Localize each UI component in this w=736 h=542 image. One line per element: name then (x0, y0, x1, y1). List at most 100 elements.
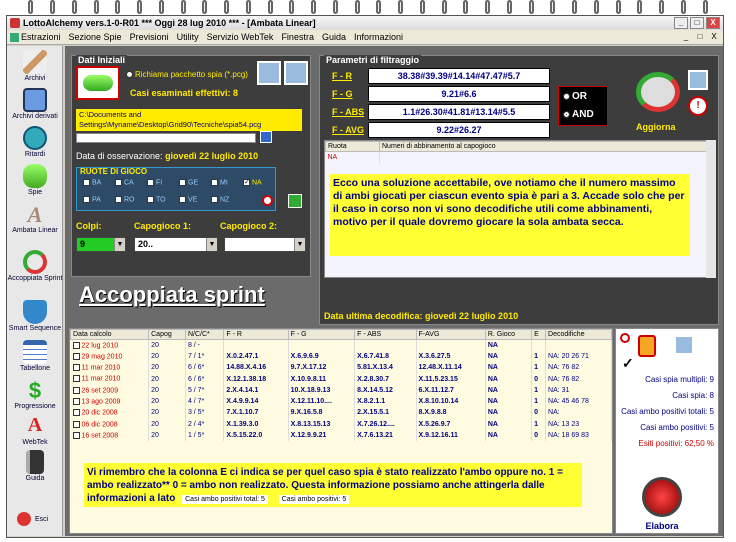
minimize-button[interactable]: _ (674, 17, 688, 29)
capo2-select[interactable]: ▼ (224, 237, 306, 252)
and-radio[interactable]: AND (563, 109, 594, 120)
menu-guida[interactable]: Guida (322, 30, 346, 44)
col-header[interactable]: F-AVG (415, 329, 486, 340)
ruota-ba[interactable]: BA (83, 179, 105, 186)
sidebar-item-spie[interactable]: Spie (7, 164, 63, 196)
param-field-0[interactable]: 38.38#39.39#14.14#47.47#5.7 (368, 68, 550, 84)
ruota-mi[interactable]: MI (211, 179, 233, 186)
checkbox[interactable] (147, 196, 154, 203)
filter-icon[interactable] (688, 70, 708, 90)
checkbox[interactable] (83, 179, 90, 186)
path-scrollbar[interactable] (76, 133, 256, 143)
param-field-3[interactable]: 9.22#26.27 (368, 122, 550, 138)
col-numeri[interactable]: Numeri di abbinamento al capogioco (379, 141, 713, 152)
warning-icon[interactable]: ! (688, 96, 708, 116)
ruota-fi[interactable]: FI (147, 179, 169, 186)
sidebar-item-progressione[interactable]: $ Progressione (7, 378, 63, 410)
sidebar-item-archivi-derivati[interactable]: Archivi derivati (7, 88, 63, 120)
col-header[interactable]: F - R (223, 329, 289, 340)
sidebar-item-guida[interactable]: Guida (7, 450, 63, 482)
row-checkbox[interactable] (72, 386, 80, 394)
sidebar-item-ritardi[interactable]: Ritardi (7, 126, 63, 158)
elabora-button[interactable] (642, 477, 682, 517)
colpi-select[interactable]: 9 ▼ (76, 237, 126, 252)
checkbox[interactable] (83, 196, 90, 203)
col-ruota[interactable]: Ruota (325, 141, 380, 152)
sidebar-item-accoppiata-sprint[interactable]: Accoppiata Sprint (7, 250, 63, 282)
col-header[interactable]: E (531, 329, 547, 340)
maximize-button[interactable]: □ (690, 17, 704, 29)
menu-servizio-webtek[interactable]: Servizio WebTek (207, 30, 274, 44)
col-header[interactable]: N/C/C* (184, 329, 225, 340)
or-radio[interactable]: OR (563, 91, 587, 102)
richiama-checkbox[interactable] (126, 71, 133, 79)
apply-arrow-icon[interactable] (288, 194, 302, 208)
menu-estrazioni[interactable]: Estrazioni (21, 30, 61, 44)
table-row[interactable]: 26 set 2009 20 5 / 7* 2.X.4.14.1 10.X.18.9.1… (70, 384, 612, 396)
file-path-field[interactable]: C:\Documents and Settings\Myname\Desktop… (76, 109, 302, 131)
table-row[interactable]: 11 mar 2010 20 6 / 6* X.12.1.38.18 X.10.9.8.… (70, 373, 612, 385)
ruota-ge[interactable]: GE (179, 179, 201, 186)
flask-icon[interactable] (638, 335, 656, 357)
checkbox[interactable] (179, 179, 186, 186)
sidebar-item-webtek[interactable]: A WebTek (7, 414, 63, 446)
ruota-to[interactable]: TO (147, 196, 169, 203)
load-package-button[interactable] (76, 66, 120, 100)
close-button[interactable]: X (706, 17, 720, 29)
menu-finestra[interactable]: Finestra (281, 30, 314, 44)
ruota-na[interactable]: ✓ NA (243, 179, 265, 186)
row-checkbox[interactable] (72, 397, 80, 405)
table-row[interactable]: 20 dic 2008 20 3 / 5* 7.X.1.10.7 9.X.16.5.8 2… (70, 407, 612, 419)
param-field-2[interactable]: 1.1#26.30#41.81#13.14#5.5 (368, 104, 550, 120)
mdi-minimize-button[interactable]: _ (680, 31, 692, 42)
cancel-icon[interactable] (620, 333, 630, 343)
col-header[interactable]: Capog (148, 329, 186, 340)
grid-scrollbar[interactable] (706, 140, 716, 278)
row-checkbox[interactable] (72, 341, 80, 349)
row-checkbox[interactable] (72, 431, 80, 439)
row-checkbox[interactable] (72, 364, 80, 372)
col-header[interactable]: F - G (287, 329, 356, 340)
param-field-1[interactable]: 9.21#6.6 (368, 86, 550, 102)
table-row[interactable]: 16 set 2008 20 1 / 5* X.5.15.22.0 X.12.9.9.2… (70, 429, 612, 442)
row-checkbox[interactable] (72, 409, 80, 417)
col-header[interactable]: Data calcolo (69, 329, 150, 340)
col-header[interactable]: F - ABS (354, 329, 417, 340)
sidebar-item-smart-sequence[interactable]: Smart Sequence (7, 300, 63, 332)
checkbox[interactable]: ✓ (243, 179, 250, 186)
checkbox[interactable] (211, 196, 218, 203)
ruota-pa[interactable]: PA (83, 196, 105, 203)
checkbox[interactable] (179, 196, 186, 203)
aggiorna-button[interactable] (636, 72, 680, 112)
table-row[interactable]: 11 mar 2010 20 6 / 6* 14.88.X.4.16 9.7.X.17.… (70, 362, 612, 374)
checkbox[interactable] (115, 196, 122, 203)
menu-utility[interactable]: Utility (177, 30, 199, 44)
menu-informazioni[interactable]: Informazioni (354, 30, 403, 44)
menu-previsioni[interactable]: Previsioni (130, 30, 169, 44)
table-row[interactable]: 29 mag 2010 20 7 / 1* X.0.2.47.1 X.6.9.6.9 X.… (70, 350, 612, 363)
sidebar-item-archivi[interactable]: Archivi (7, 50, 63, 82)
save-icon[interactable] (257, 61, 281, 85)
export-icon[interactable] (674, 335, 694, 355)
browse-icon[interactable] (260, 131, 272, 143)
col-header[interactable]: Decodifiche (545, 329, 612, 340)
table-row[interactable]: 06 dic 2008 20 2 / 4* X.1.39.3.0 X.8.13.15.1… (70, 418, 612, 430)
capo1-select[interactable]: 20.. ▼ (134, 237, 218, 252)
mdi-restore-button[interactable]: □ (694, 31, 706, 42)
menu-sezione-spie[interactable]: Sezione Spie (69, 30, 122, 44)
row-checkbox[interactable] (72, 352, 80, 360)
ruota-ro[interactable]: RO (115, 196, 137, 203)
table-row[interactable]: 13 ago 2009 20 4 / 7* X.4.9.9.14 X.12.11.10.… (70, 395, 612, 408)
mdi-close-button[interactable]: X (708, 31, 720, 42)
row-checkbox[interactable] (72, 375, 80, 383)
checkbox[interactable] (115, 179, 122, 186)
sidebar-item-ambata-linear[interactable]: A Ambata Linear (7, 202, 63, 234)
ruota-ve[interactable]: VE (179, 196, 201, 203)
col-header[interactable]: R. Gioco (484, 329, 533, 340)
checkbox[interactable] (147, 179, 154, 186)
row-checkbox[interactable] (72, 420, 80, 428)
sidebar-item-tabellone[interactable]: Tabellone (7, 340, 63, 372)
open-icon[interactable] (284, 61, 308, 85)
sidebar-item-esci[interactable]: Esci (7, 512, 63, 526)
checkbox[interactable] (211, 179, 218, 186)
